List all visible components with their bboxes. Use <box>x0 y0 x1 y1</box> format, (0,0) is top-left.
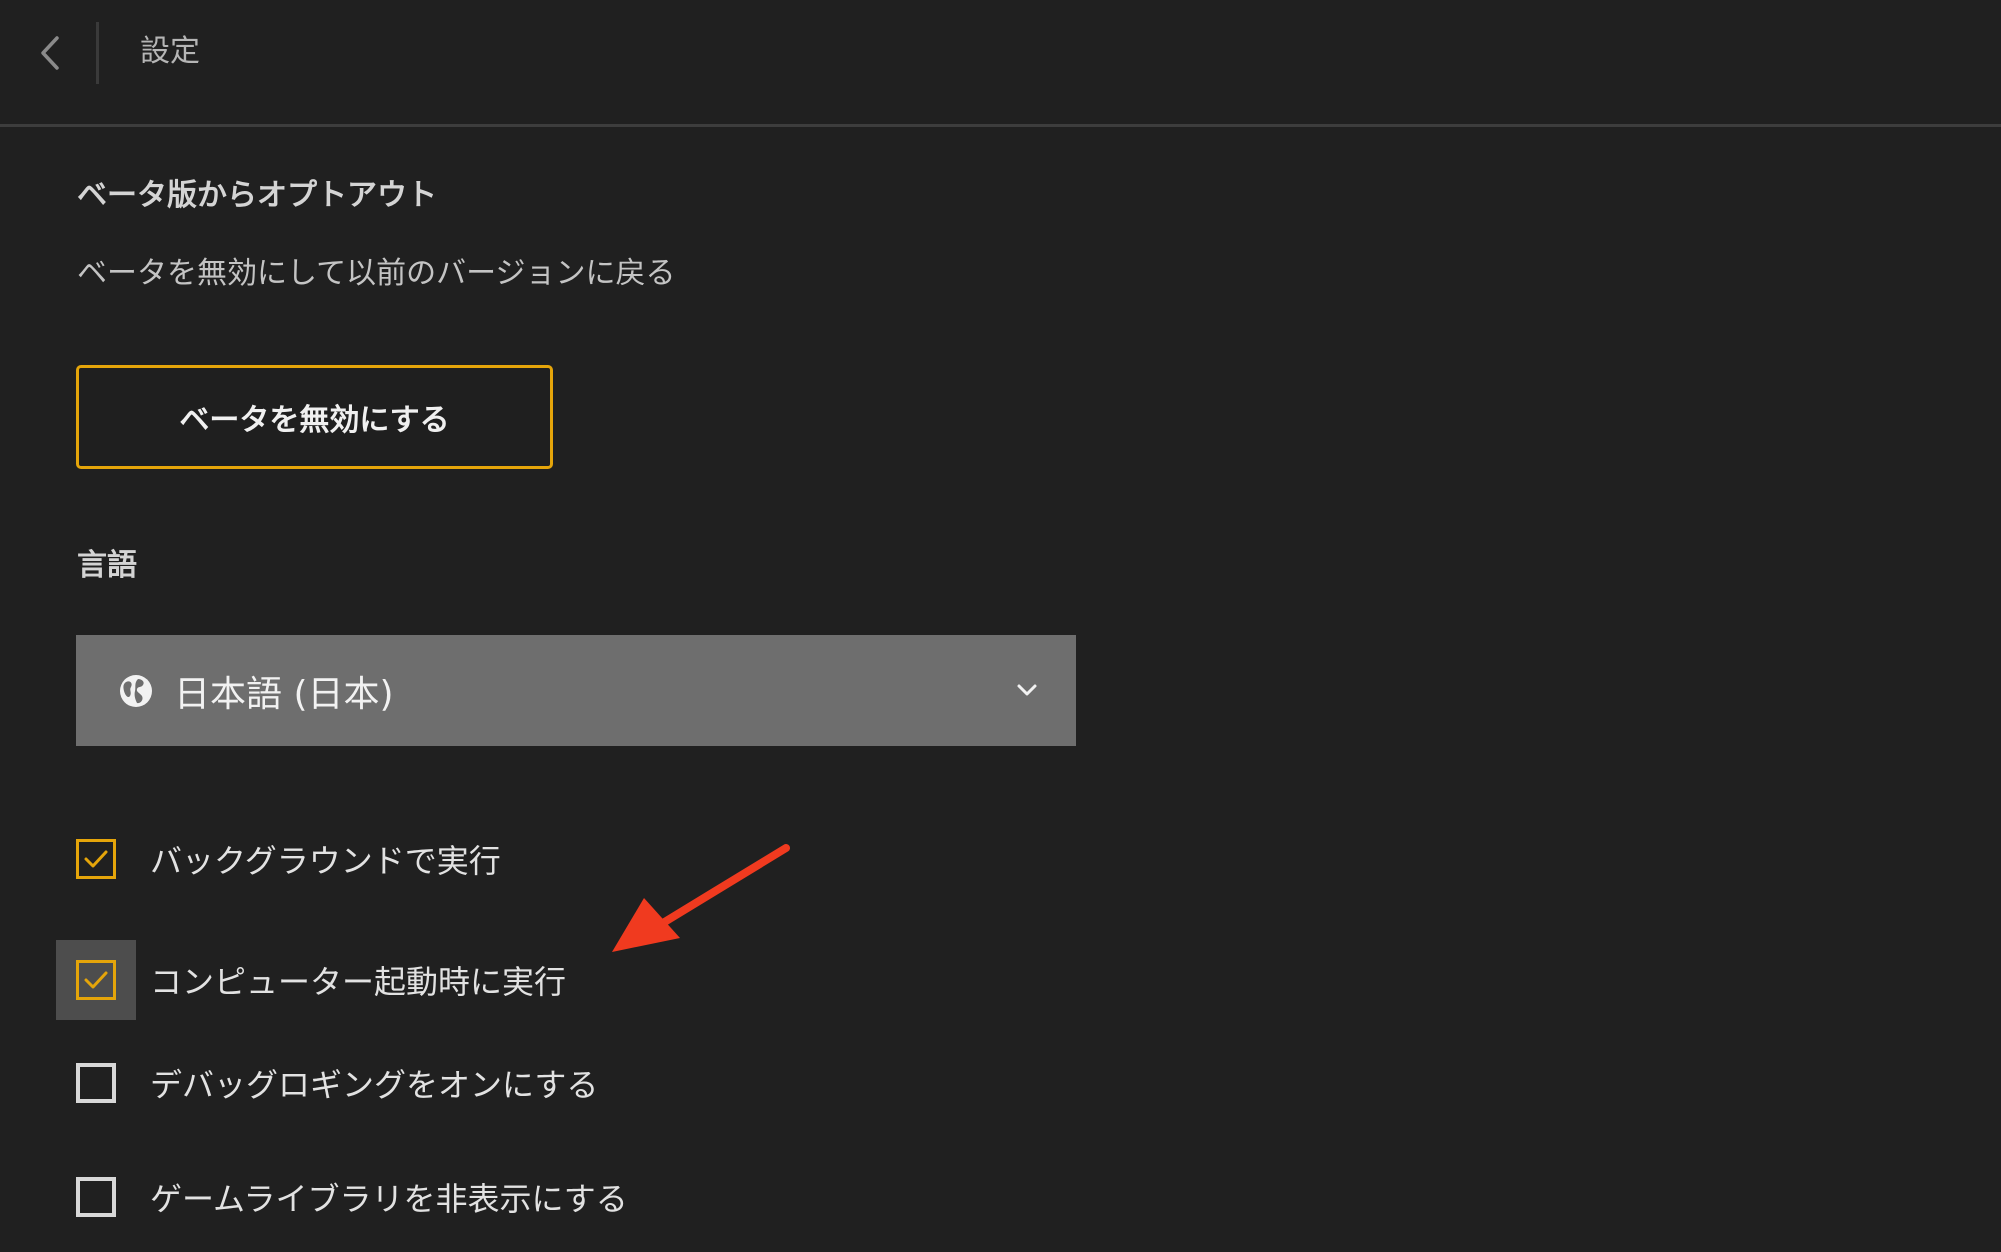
checkbox-debug-logging[interactable] <box>76 1063 116 1103</box>
language-select-value: 日本語 (日本) <box>174 673 394 715</box>
beta-description: ベータを無効にして以前のバージョンに戻る <box>77 256 676 291</box>
check-icon <box>84 971 108 989</box>
option-hide-game-library[interactable]: ゲームライブラリを非表示にする <box>76 1167 628 1227</box>
disable-beta-button[interactable]: ベータを無効にする <box>76 365 553 469</box>
option-debug-logging[interactable]: デバッグロギングをオンにする <box>76 1053 598 1113</box>
globe-icon <box>118 673 154 709</box>
beta-section-title: ベータ版からオプトアウト <box>77 178 437 213</box>
back-button[interactable] <box>30 28 70 78</box>
chevron-left-icon <box>41 36 59 70</box>
checkbox-hide-game-library[interactable] <box>76 1177 116 1217</box>
annotation-arrow-icon <box>612 844 790 952</box>
option-run-on-startup[interactable]: コンピューター起動時に実行 <box>76 950 566 1010</box>
option-run-in-background[interactable]: バックグラウンドで実行 <box>76 829 501 889</box>
checkbox-run-on-startup[interactable] <box>76 960 116 1000</box>
checkbox-run-in-background[interactable] <box>76 839 116 879</box>
check-icon <box>84 850 108 868</box>
option-label: バックグラウンドで実行 <box>150 842 501 880</box>
page-title: 設定 <box>140 34 200 69</box>
header-divider <box>96 22 99 84</box>
option-label: ゲームライブラリを非表示にする <box>150 1180 628 1218</box>
header-bar: 設定 <box>0 0 2001 127</box>
option-label: デバッグロギングをオンにする <box>150 1066 599 1104</box>
chevron-down-icon <box>1012 675 1042 705</box>
option-label: コンピューター起動時に実行 <box>150 963 567 1001</box>
language-section-title: 言語 <box>77 548 137 583</box>
language-select[interactable]: 日本語 (日本) <box>76 635 1076 746</box>
